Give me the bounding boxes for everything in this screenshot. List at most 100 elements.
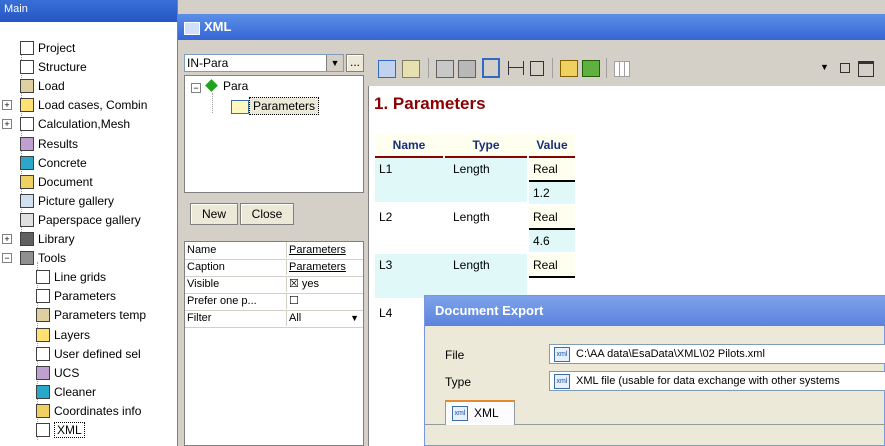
close-button[interactable]: Close xyxy=(240,203,294,225)
property-value[interactable]: Parameters xyxy=(286,242,365,258)
tree-item-results[interactable]: Results xyxy=(0,136,177,152)
param-name: L4 xyxy=(379,306,393,320)
tree-item-paperspace-gallery[interactable]: Paperspace gallery xyxy=(0,212,177,228)
print-preview-icon[interactable] xyxy=(436,60,454,78)
tree-item-document[interactable]: Document xyxy=(0,174,177,190)
tree-item-layers[interactable]: Layers xyxy=(0,327,177,343)
file-type-value: XML file (usable for data exchange with … xyxy=(576,375,840,387)
collapse-icon[interactable]: − xyxy=(191,83,201,93)
collapse-icon[interactable]: − xyxy=(2,253,12,264)
xml-tab-icon: xml xyxy=(452,406,468,421)
xml-source-select[interactable]: IN-Para ▼ xyxy=(184,54,344,72)
file-path-field[interactable]: xml C:\AA data\EsaData\XML\02 Pilots.xml xyxy=(549,344,885,364)
results-icon xyxy=(20,136,34,151)
property-row[interactable]: Name Parameters xyxy=(185,242,363,260)
small-grid-icon[interactable] xyxy=(840,63,850,73)
chevron-down-icon[interactable]: ▼ xyxy=(350,310,359,326)
tree-item-cleaner[interactable]: Cleaner xyxy=(0,384,177,400)
xml-source-value: IN-Para xyxy=(187,56,229,70)
window-tile-icon[interactable] xyxy=(858,61,874,77)
file-type-field[interactable]: xml XML file (usable for data exchange w… xyxy=(549,371,885,391)
property-value[interactable]: ☒ yes xyxy=(286,276,365,292)
table-icon xyxy=(231,100,249,114)
tree-item-parameters-temp[interactable]: Parameters temp xyxy=(0,307,177,323)
table-row xyxy=(375,254,527,298)
param-name: L3 xyxy=(379,258,393,272)
param-value[interactable]: 4.6 xyxy=(529,230,575,252)
property-name: Name xyxy=(187,244,217,256)
export-icon[interactable] xyxy=(560,60,578,77)
tree-item-load[interactable]: Load xyxy=(0,78,177,94)
property-row[interactable]: Filter All ▼ xyxy=(185,310,363,328)
tree-item-calculation-mesh[interactable]: + Calculation,Mesh xyxy=(0,116,177,132)
grid-icon[interactable] xyxy=(614,61,630,77)
tree-item-label: XML xyxy=(54,422,85,438)
expand-icon[interactable]: + xyxy=(2,119,12,130)
tree-item-user-defined-sel[interactable]: User defined sel xyxy=(0,346,177,362)
toolbar-separator xyxy=(606,58,607,78)
tree-child-label[interactable]: Parameters xyxy=(249,97,320,115)
new-button[interactable]: New xyxy=(190,203,238,225)
tree-item-project[interactable]: Project xyxy=(0,40,177,56)
tree-item-coordinates-info[interactable]: Coordinates info xyxy=(0,403,177,419)
expand-icon[interactable]: + xyxy=(2,234,12,244)
tree-item-label: Layers xyxy=(54,327,91,342)
tree-item-concrete[interactable]: Concrete xyxy=(0,155,177,171)
chevron-down-icon[interactable]: ▼ xyxy=(326,55,343,71)
tree-item-parameters[interactable]: Parameters xyxy=(0,288,177,304)
param-type: Length xyxy=(453,210,490,224)
layers-icon xyxy=(36,327,50,342)
tree-item-load-cases-combin[interactable]: + Load cases, Combin xyxy=(0,97,177,113)
column-header: Type xyxy=(445,134,527,158)
chevron-down-icon[interactable]: ▼ xyxy=(820,62,829,72)
property-name: Prefer one p... xyxy=(187,295,257,307)
tree-item-label: UCS xyxy=(54,365,80,380)
type-label: Type xyxy=(445,375,472,389)
tree-item-label: Calculation,Mesh xyxy=(38,117,131,132)
tree-item-structure[interactable]: Structure xyxy=(0,59,177,75)
tree-item-xml[interactable]: XML xyxy=(0,422,177,438)
print-icon[interactable] xyxy=(458,60,476,78)
property-row[interactable]: Visible ☒ yes xyxy=(185,276,363,294)
diamond-icon xyxy=(205,79,218,92)
property-value[interactable]: ☐ xyxy=(286,293,365,309)
import-icon[interactable] xyxy=(582,60,600,77)
load-cases-icon xyxy=(20,98,34,113)
book-icon[interactable] xyxy=(402,60,420,78)
page-icon[interactable] xyxy=(530,61,544,76)
browse-button[interactable]: ... xyxy=(346,54,364,72)
ucs-icon xyxy=(36,365,50,380)
preview-icon[interactable] xyxy=(378,60,396,78)
split-icon[interactable] xyxy=(508,61,524,75)
tree-item-label: Parameters temp xyxy=(54,308,147,323)
tree-item-label: Line grids xyxy=(54,270,107,285)
tree-item-label: Concrete xyxy=(38,155,87,170)
tree-item-picture-gallery[interactable]: Picture gallery xyxy=(0,193,177,209)
tree-root-label[interactable]: Para xyxy=(223,79,248,93)
xml-tree: − Para Parameters xyxy=(184,75,364,193)
concrete-icon xyxy=(20,155,34,170)
param-value-type: Real xyxy=(529,206,575,230)
tree-item-line-grids[interactable]: Line grids xyxy=(0,269,177,285)
table-row xyxy=(375,158,527,202)
structure-icon xyxy=(20,60,34,75)
param-type: Length xyxy=(453,162,490,176)
property-row[interactable]: Caption Parameters xyxy=(185,259,363,277)
tree-item-ucs[interactable]: UCS xyxy=(0,365,177,381)
main-panel: Main Project Structure Load + Load cases, Co… xyxy=(0,0,178,446)
tree-item-library[interactable]: + Library xyxy=(0,231,177,247)
tab-xml[interactable]: xml XML xyxy=(445,400,515,425)
param-name: L2 xyxy=(379,210,393,224)
tree-item-tools[interactable]: − Tools xyxy=(0,250,177,266)
file-label: File xyxy=(445,348,465,362)
tree-item-label: Structure xyxy=(38,60,87,75)
dialog-title: Document Export xyxy=(425,296,885,326)
page-layout-icon[interactable] xyxy=(482,58,500,78)
property-value[interactable]: Parameters xyxy=(286,259,365,275)
tree-item-label: Coordinates info xyxy=(54,403,142,418)
library-icon xyxy=(20,232,34,246)
property-row[interactable]: Prefer one p... ☐ xyxy=(185,293,363,311)
expand-icon[interactable]: + xyxy=(2,100,12,111)
coordinates-icon xyxy=(36,403,50,418)
param-value[interactable]: 1.2 xyxy=(529,182,575,204)
